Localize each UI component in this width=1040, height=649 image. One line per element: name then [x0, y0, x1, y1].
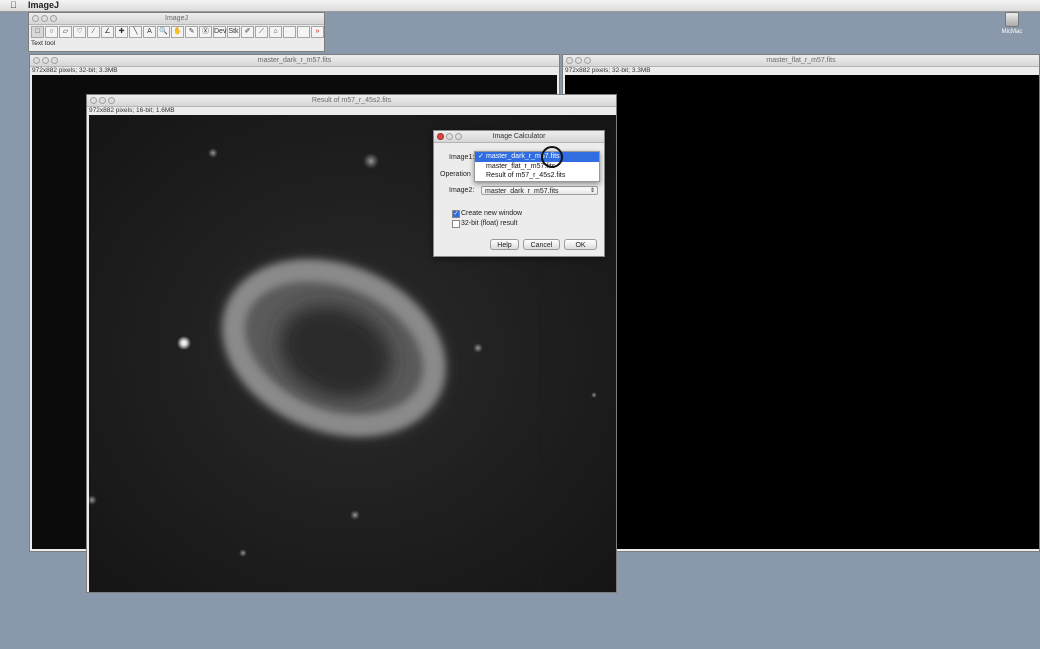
window-title: Result of m57_r_45s2.fits — [311, 97, 392, 104]
cursor-highlight-icon — [541, 146, 563, 168]
image-info: 972x882 pixels; 32-bit; 3.3MB — [32, 67, 118, 74]
create-new-window-label[interactable]: Create new window — [461, 209, 522, 218]
window-title: master_flat_r_m57.fits — [766, 57, 836, 64]
tool-button-17[interactable]: ⌂ — [269, 26, 282, 38]
window-title: ImageJ — [165, 15, 188, 22]
image1-dropdown-menu: ✓ master_dark_r_m57.fits master_flat_r_m57… — [474, 151, 600, 182]
operation-label: Operation — [440, 171, 471, 178]
flat-titlebar[interactable]: master_flat_r_m57.fits — [563, 55, 1039, 67]
dropdown-option[interactable]: Result of m57_r_45s2.fits — [475, 171, 599, 181]
dropdown-option[interactable]: master_flat_r_m57.fits — [475, 162, 599, 172]
image-info: 972x882 pixels; 32-bit; 3.3MB — [565, 67, 651, 74]
image-info: 972x882 pixels; 16-bit; 1.6MB — [89, 107, 175, 114]
dark-titlebar[interactable]: master_dark_r_m57.fits — [30, 55, 559, 67]
checkmark-icon: ✓ — [478, 153, 484, 160]
apple-menu-icon[interactable]:  — [10, 0, 17, 11]
flat-image-canvas[interactable] — [565, 75, 1039, 549]
imagej-titlebar[interactable]: ImageJ — [29, 13, 324, 25]
tool-button-4[interactable]: ∕ — [87, 26, 100, 38]
help-button[interactable]: Help — [490, 239, 519, 250]
tool-button-7[interactable]: ╲ — [129, 26, 142, 38]
image2-label: Image2: — [449, 187, 475, 194]
result-titlebar[interactable]: Result of m57_r_45s2.fits — [87, 95, 616, 107]
tool-button-13[interactable]: Dev — [213, 26, 226, 38]
cancel-button[interactable]: Cancel — [523, 239, 560, 250]
tool-button-9[interactable]: 🔍 — [157, 26, 170, 38]
tool-button-20[interactable]: » — [311, 26, 324, 38]
dialog-title: Image Calculator — [492, 133, 546, 140]
dropdown-option-label: Result of m57_r_45s2.fits — [486, 172, 566, 179]
tool-button-5[interactable]: ∠ — [101, 26, 114, 38]
tool-button-14[interactable]: Stk — [227, 26, 240, 38]
tool-button-11[interactable]: ✎ — [185, 26, 198, 38]
tool-button-2[interactable]: ▱ — [59, 26, 72, 38]
image1-label: Image1: — [449, 154, 475, 161]
disk-drive-icon[interactable]: MicMac — [998, 12, 1026, 35]
tool-button-16[interactable]: ⟋ — [255, 26, 268, 38]
dropdown-option[interactable]: ✓ master_dark_r_m57.fits — [475, 152, 599, 162]
status-text: Text tool — [31, 40, 56, 47]
disk-label: MicMac — [1001, 29, 1023, 35]
tool-button-18[interactable] — [283, 26, 296, 38]
tool-button-0[interactable]: □ — [31, 26, 44, 38]
tool-button-3[interactable]: ♡ — [73, 26, 86, 38]
image2-select[interactable]: master_dark_r_m57.fits ⇕ — [481, 186, 598, 195]
select-arrows-icon: ⇕ — [589, 188, 595, 194]
flat-image-window: master_flat_r_m57.fits 972x882 pixels; 3… — [562, 54, 1040, 552]
tool-button-6[interactable]: ✚ — [115, 26, 128, 38]
tool-button-8[interactable]: A — [143, 26, 156, 38]
imagej-toolbar-window: ImageJ □ ○ ▱ ♡ ∕ ∠ ✚ ╲ A 🔍 ✋ ✎ Ⓧ Dev Stk ✐ ⟋ ⌂ » Text too… — [28, 12, 325, 52]
window-title: master_dark_r_m57.fits — [257, 57, 332, 64]
float-result-label[interactable]: 32-bit (float) result — [461, 219, 517, 228]
float-result-checkbox[interactable] — [452, 220, 460, 228]
image2-value: master_dark_r_m57.fits — [485, 188, 559, 195]
tool-button-1[interactable]: ○ — [45, 26, 58, 38]
tool-button-15[interactable]: ✐ — [241, 26, 254, 38]
tool-button-12[interactable]: Ⓧ — [199, 26, 212, 38]
menu-bar:  ImageJ — [0, 0, 1040, 12]
image-calculator-dialog: Image Calculator Image1: Operation Image… — [433, 130, 605, 257]
create-new-window-checkbox[interactable]: ✓ — [452, 210, 460, 218]
tool-button-10[interactable]: ✋ — [171, 26, 184, 38]
hard-drive-icon — [1005, 12, 1019, 27]
tool-button-19[interactable] — [297, 26, 310, 38]
tool-palette: □ ○ ▱ ♡ ∕ ∠ ✚ ╲ A 🔍 ✋ ✎ Ⓧ Dev Stk ✐ ⟋ ⌂ » — [31, 26, 325, 38]
ok-button[interactable]: OK — [564, 239, 597, 250]
dialog-titlebar[interactable]: Image Calculator — [434, 131, 604, 143]
app-menu-name[interactable]: ImageJ — [28, 0, 59, 11]
